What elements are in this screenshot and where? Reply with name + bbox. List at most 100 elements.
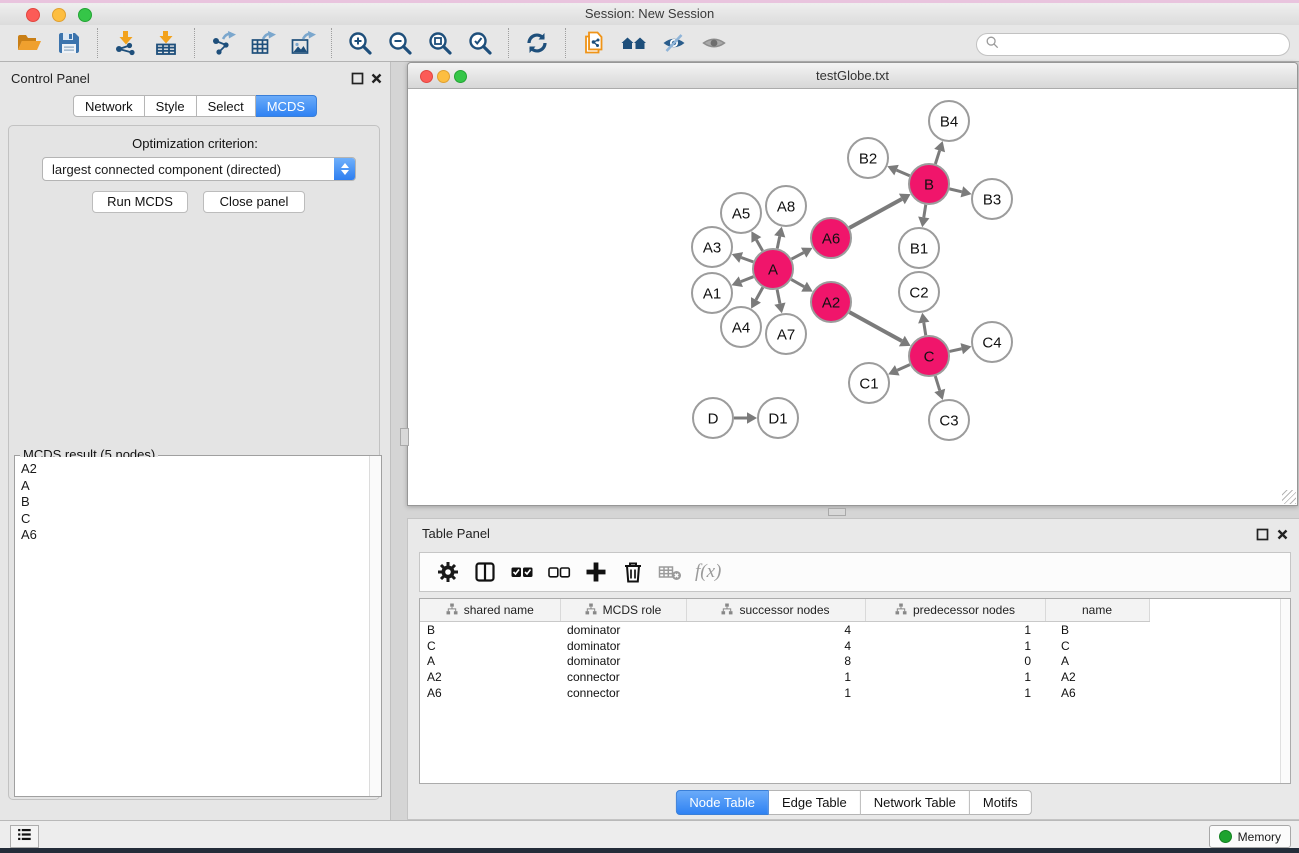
table-cell[interactable]: dominator bbox=[560, 638, 686, 654]
table-cell[interactable]: A2 bbox=[420, 669, 560, 685]
gear-icon[interactable] bbox=[436, 560, 460, 584]
open-folder-icon[interactable] bbox=[16, 30, 42, 56]
table-tab-motifs[interactable]: Motifs bbox=[970, 790, 1032, 815]
save-icon[interactable] bbox=[56, 30, 82, 56]
table-cell[interactable]: 1 bbox=[865, 669, 1045, 685]
table-cell[interactable]: connector bbox=[560, 685, 686, 701]
table-row[interactable]: A6connector11A6 bbox=[420, 685, 1149, 701]
export-image-icon[interactable] bbox=[290, 30, 316, 56]
search-input[interactable] bbox=[1004, 37, 1281, 53]
float-panel-icon[interactable] bbox=[351, 72, 364, 85]
table-cell[interactable]: dominator bbox=[560, 653, 686, 669]
float-table-panel-icon[interactable] bbox=[1256, 528, 1269, 541]
table-cell[interactable]: 1 bbox=[865, 638, 1045, 654]
memory-button[interactable]: Memory bbox=[1209, 825, 1291, 848]
hide-icon[interactable] bbox=[661, 30, 687, 56]
graph-edge-A-A7[interactable] bbox=[777, 290, 780, 304]
column-header-successor-nodes[interactable]: successor nodes bbox=[686, 599, 865, 622]
tab-select[interactable]: Select bbox=[197, 95, 256, 117]
show-icon[interactable] bbox=[701, 30, 727, 56]
graph-edge-A-A5[interactable] bbox=[756, 240, 762, 251]
tab-mcds[interactable]: MCDS bbox=[256, 95, 317, 117]
table-cell[interactable]: dominator bbox=[560, 622, 686, 638]
mcds-result-item[interactable]: C bbox=[21, 511, 370, 528]
network-window-titlebar[interactable]: testGlobe.txt bbox=[408, 63, 1297, 89]
graph-edge-B-B3[interactable] bbox=[949, 189, 961, 192]
graph-edge-A-A2[interactable] bbox=[791, 279, 804, 286]
graph-edge-C-C4[interactable] bbox=[949, 349, 961, 352]
split-columns-icon[interactable] bbox=[473, 560, 497, 584]
table-cell[interactable]: A6 bbox=[1045, 685, 1149, 701]
table-cell[interactable]: B bbox=[1045, 622, 1149, 638]
graph-edge-B-B4[interactable] bbox=[935, 151, 939, 164]
table-cell[interactable]: A bbox=[420, 653, 560, 669]
graph-edge-A-A4[interactable] bbox=[756, 287, 763, 299]
tab-style[interactable]: Style bbox=[145, 95, 197, 117]
table-row[interactable]: A2connector11A2 bbox=[420, 669, 1149, 685]
table-cell[interactable]: 1 bbox=[865, 685, 1045, 701]
graph-edge-A-A6[interactable] bbox=[792, 253, 804, 259]
export-network-icon[interactable] bbox=[210, 30, 236, 56]
export-table-icon[interactable] bbox=[250, 30, 276, 56]
mcds-result-item[interactable]: B bbox=[21, 494, 370, 511]
table-row[interactable]: Bdominator41B bbox=[420, 622, 1149, 638]
graph-edge-C-C1[interactable] bbox=[897, 365, 910, 371]
graph-edge-A-A8[interactable] bbox=[777, 236, 779, 248]
table-cell[interactable]: 4 bbox=[686, 622, 865, 638]
table-cell[interactable]: 1 bbox=[686, 685, 865, 701]
table-cell[interactable]: 0 bbox=[865, 653, 1045, 669]
refresh-icon[interactable] bbox=[524, 30, 550, 56]
splitter-handle-horizontal[interactable] bbox=[828, 508, 846, 516]
graph-edge-A6-B[interactable] bbox=[849, 199, 901, 228]
table-cell[interactable]: A bbox=[1045, 653, 1149, 669]
search-box[interactable] bbox=[976, 33, 1290, 56]
delete-column-icon[interactable] bbox=[621, 560, 645, 584]
table-cell[interactable]: B bbox=[420, 622, 560, 638]
graph-edge-A2-C[interactable] bbox=[849, 312, 901, 341]
import-network-icon[interactable] bbox=[113, 30, 139, 56]
close-table-panel-icon[interactable] bbox=[1276, 528, 1289, 541]
table-cell[interactable]: A6 bbox=[420, 685, 560, 701]
zoom-fit-icon[interactable] bbox=[427, 30, 453, 56]
zoom-out-icon[interactable] bbox=[387, 30, 413, 56]
graph-edge-A-A3[interactable] bbox=[741, 258, 753, 262]
zoom-in-icon[interactable] bbox=[347, 30, 373, 56]
graph-edge-C-C3[interactable] bbox=[935, 376, 939, 390]
graph-edge-B-B2[interactable] bbox=[897, 170, 910, 176]
table-scrollbar[interactable] bbox=[1280, 599, 1290, 783]
table-tab-node-table[interactable]: Node Table bbox=[675, 790, 769, 815]
task-history-button[interactable] bbox=[10, 825, 39, 848]
graph-edge-B-B1[interactable] bbox=[924, 205, 926, 218]
import-table-icon[interactable] bbox=[153, 30, 179, 56]
table-cell[interactable]: A2 bbox=[1045, 669, 1149, 685]
column-header-shared-name[interactable]: shared name bbox=[420, 599, 560, 622]
table-cell[interactable]: 1 bbox=[865, 622, 1045, 638]
network-canvas[interactable]: B4B2BB3A5A8A6B1A3AA1C2A4A7A2C4CC1C3DD1 bbox=[408, 89, 1297, 505]
criterion-dropdown[interactable]: largest connected component (directed) bbox=[42, 157, 356, 181]
table-cell[interactable]: connector bbox=[560, 669, 686, 685]
table-cell[interactable]: C bbox=[1045, 638, 1149, 654]
table-cell[interactable]: 8 bbox=[686, 653, 865, 669]
result-scrollbar[interactable] bbox=[369, 456, 381, 796]
tab-network[interactable]: Network bbox=[73, 95, 145, 117]
column-header-MCDS-role[interactable]: MCDS role bbox=[560, 599, 686, 622]
table-cell[interactable]: 1 bbox=[686, 669, 865, 685]
add-column-icon[interactable] bbox=[584, 560, 608, 584]
table-tab-network-table[interactable]: Network Table bbox=[861, 790, 970, 815]
graph-edge-C-C2[interactable] bbox=[924, 323, 926, 336]
window-resize-grip[interactable] bbox=[1282, 490, 1296, 504]
table-row[interactable]: Adominator80A bbox=[420, 653, 1149, 669]
splitter-handle-vertical[interactable] bbox=[400, 428, 409, 446]
table-tab-edge-table[interactable]: Edge Table bbox=[769, 790, 861, 815]
select-all-columns-icon[interactable] bbox=[510, 560, 534, 584]
zoom-selected-icon[interactable] bbox=[467, 30, 493, 56]
column-header-predecessor-nodes[interactable]: predecessor nodes bbox=[865, 599, 1045, 622]
run-mcds-button[interactable]: Run MCDS bbox=[92, 191, 188, 213]
mcds-result-item[interactable]: A bbox=[21, 478, 370, 495]
unselect-all-columns-icon[interactable] bbox=[547, 560, 571, 584]
close-panel-button[interactable]: Close panel bbox=[203, 191, 305, 213]
clone-network-icon[interactable] bbox=[581, 30, 607, 56]
mcds-result-item[interactable]: A2 bbox=[21, 461, 370, 478]
table-row[interactable]: Cdominator41C bbox=[420, 638, 1149, 654]
delete-table-icon[interactable] bbox=[658, 560, 682, 584]
